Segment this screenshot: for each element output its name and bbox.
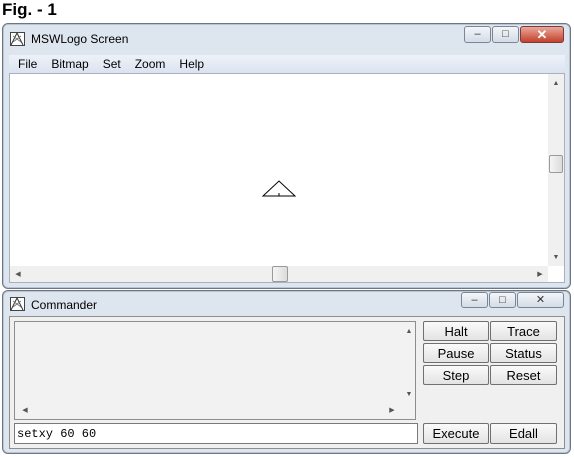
commander-maximize-button[interactable]: □ xyxy=(489,292,516,308)
screen-maximize-button[interactable]: □ xyxy=(492,26,519,43)
history-scroll-left-arrow-icon[interactable]: ◀ xyxy=(19,404,31,416)
history-scroll-down-arrow-icon[interactable]: ▼ xyxy=(403,388,415,400)
screen-window-title: MSWLogo Screen xyxy=(31,32,129,46)
scroll-down-arrow-icon[interactable]: ▼ xyxy=(548,251,564,263)
commander-app-icon xyxy=(10,297,25,311)
edall-button[interactable]: Edall xyxy=(490,423,557,444)
trace-button[interactable]: Trace xyxy=(490,321,557,341)
scroll-right-arrow-icon[interactable]: ▶ xyxy=(534,268,546,280)
commander-minimize-button[interactable]: – xyxy=(461,292,488,308)
screen-menubar: File Bitmap Set Zoom Help xyxy=(9,55,565,73)
screen-horizontal-thumb[interactable] xyxy=(272,266,288,282)
menu-bitmap[interactable]: Bitmap xyxy=(44,56,95,72)
scroll-up-arrow-icon[interactable]: ▲ xyxy=(548,77,564,89)
history-scroll-up-arrow-icon[interactable]: ▲ xyxy=(403,325,415,337)
app-icon xyxy=(10,32,25,46)
menu-file[interactable]: File xyxy=(11,56,44,72)
screen-vertical-thumb[interactable] xyxy=(549,155,563,173)
history-scroll-right-arrow-icon[interactable]: ▶ xyxy=(386,404,398,416)
pause-button[interactable]: Pause xyxy=(423,343,489,363)
command-history-list[interactable] xyxy=(14,321,416,420)
menu-set[interactable]: Set xyxy=(96,56,128,72)
commander-close-button[interactable]: ✕ xyxy=(517,292,564,308)
halt-button[interactable]: Halt xyxy=(423,321,489,341)
step-button[interactable]: Step xyxy=(423,365,489,385)
command-input[interactable] xyxy=(14,423,418,444)
menu-zoom[interactable]: Zoom xyxy=(128,56,173,72)
turtle-icon xyxy=(261,178,297,198)
commander-window-title: Commander xyxy=(31,298,98,312)
screen-close-button[interactable]: ✕ xyxy=(520,26,564,43)
execute-button[interactable]: Execute xyxy=(423,423,489,444)
status-button[interactable]: Status xyxy=(490,343,557,363)
scroll-left-arrow-icon[interactable]: ◀ xyxy=(12,268,24,280)
figure-caption: Fig. - 1 xyxy=(2,0,57,19)
screen-minimize-button[interactable]: – xyxy=(464,26,491,43)
menu-help[interactable]: Help xyxy=(172,56,211,72)
reset-button[interactable]: Reset xyxy=(490,365,557,385)
